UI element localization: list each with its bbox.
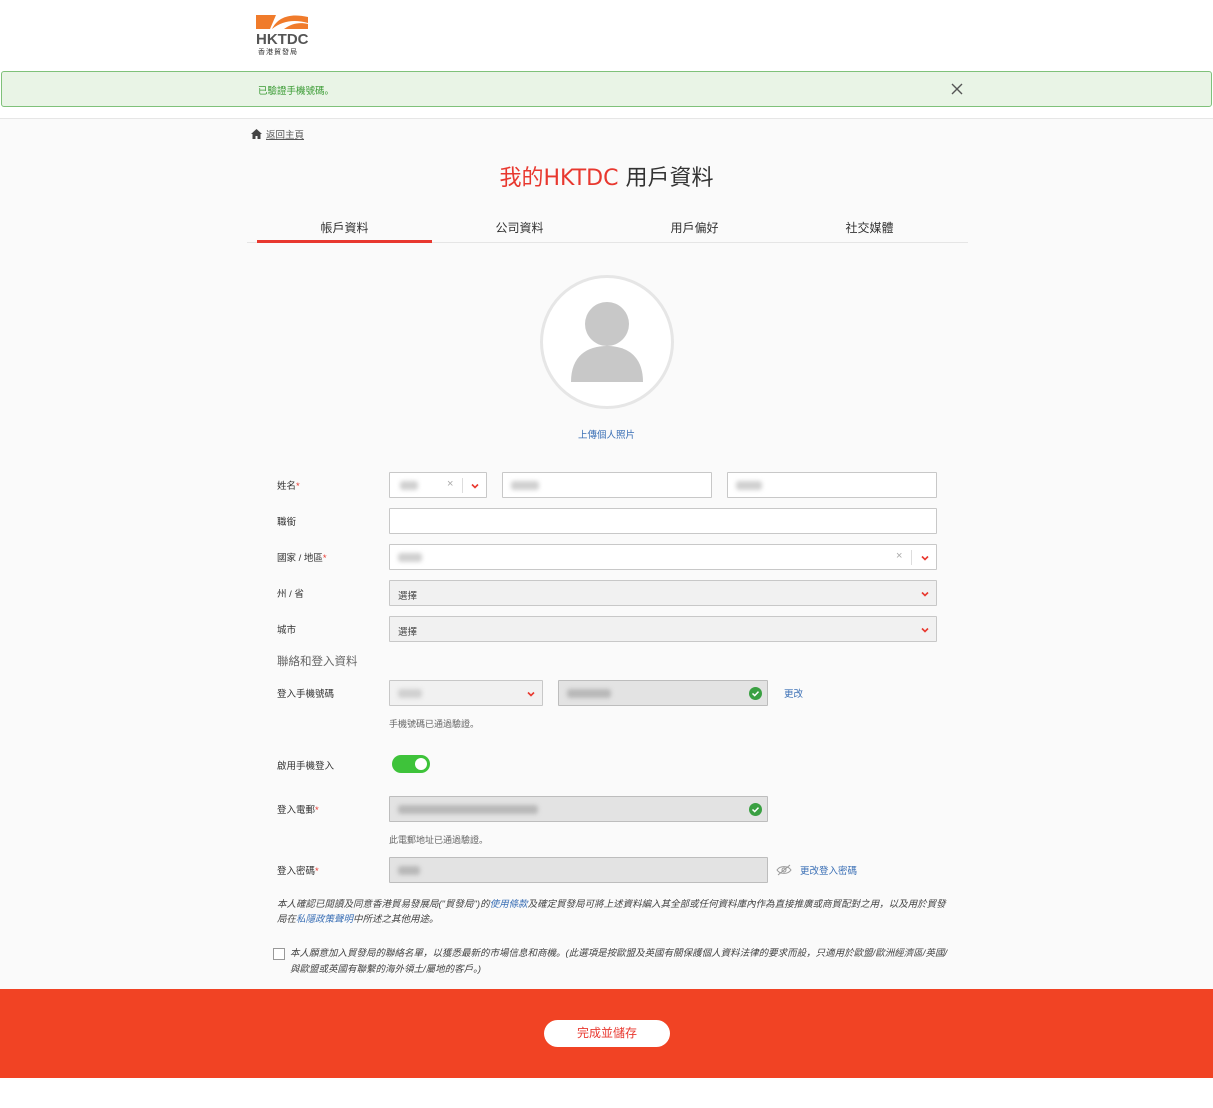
- email-verified-hint: 此電郵地址已通過驗證。: [389, 835, 489, 845]
- logo-text: HKTDC: [256, 31, 309, 45]
- tab-company-info[interactable]: 公司資料: [432, 214, 607, 242]
- first-name-field[interactable]: [502, 472, 712, 498]
- chevron-down-icon: [527, 691, 535, 697]
- city-label: 城市: [277, 625, 297, 636]
- password-field: [389, 857, 768, 883]
- logo-subtitle: 香港貿發局: [258, 48, 298, 56]
- eye-off-icon[interactable]: [776, 864, 792, 876]
- job-title-label: 職銜: [277, 517, 297, 528]
- enable-mobile-login-toggle[interactable]: [392, 755, 430, 773]
- home-icon[interactable]: [251, 129, 262, 139]
- salutation-select[interactable]: ×: [389, 472, 487, 498]
- state-value: 選擇: [398, 591, 418, 602]
- mobile-number-field: [558, 680, 768, 706]
- contact-section-title: 聯絡和登入資料: [277, 656, 358, 668]
- country-code-select[interactable]: [389, 680, 543, 706]
- page-title-rest: 用戶資料: [618, 166, 714, 191]
- last-name-field[interactable]: [727, 472, 937, 498]
- marketing-optin-text: 本人願意加入貿發局的聯絡名單，以獲悉最新的市場信息和商機。(此選項是按歐盟及英國…: [290, 948, 948, 975]
- country-label: 國家 / 地區*: [277, 553, 327, 564]
- email-label: 登入電郵*: [277, 805, 319, 816]
- chevron-down-icon: [921, 627, 929, 633]
- success-alert: 已驗證手機號碼。: [1, 71, 1212, 107]
- enable-mobile-login-label: 啟用手機登入: [277, 761, 335, 772]
- password-label: 登入密碼*: [277, 866, 319, 877]
- avatar[interactable]: [540, 275, 674, 409]
- marketing-optin-checkbox[interactable]: [273, 948, 285, 960]
- verified-check-icon: [749, 803, 762, 816]
- city-value: 選擇: [398, 627, 418, 638]
- state-select[interactable]: 選擇: [389, 580, 937, 606]
- upload-photo-link[interactable]: 上傳個人照片: [0, 427, 1213, 441]
- state-label: 州 / 省: [277, 589, 304, 600]
- alert-message: 已驗證手機號碼。: [258, 86, 335, 97]
- breadcrumb: 返回主頁: [251, 127, 304, 141]
- change-mobile-link[interactable]: 更改: [784, 686, 803, 700]
- tab-user-preferences[interactable]: 用戶偏好: [607, 214, 782, 242]
- header: HKTDC 香港貿發局: [0, 0, 1213, 71]
- clear-icon[interactable]: ×: [896, 550, 902, 562]
- privacy-policy-link[interactable]: 私隱政策聲明: [296, 914, 353, 925]
- chevron-down-icon: [471, 483, 479, 489]
- mobile-verified-hint: 手機號碼已通過驗證。: [389, 719, 480, 729]
- profile-tabs: 帳戶資料 公司資料 用戶偏好 社交媒體: [247, 214, 968, 243]
- close-icon[interactable]: [948, 80, 966, 98]
- change-password-link[interactable]: 更改登入密碼: [800, 863, 857, 877]
- toggle-knob: [415, 758, 427, 770]
- hktdc-logo[interactable]: HKTDC 香港貿發局: [256, 13, 310, 57]
- mobile-label: 登入手機號碼: [277, 689, 335, 700]
- tab-account-info[interactable]: 帳戶資料: [257, 214, 432, 243]
- email-field: [389, 796, 768, 822]
- country-select[interactable]: ×: [389, 544, 937, 570]
- page-title-accent: 我的HKTDC: [499, 166, 619, 191]
- city-select[interactable]: 選擇: [389, 616, 937, 642]
- consent-text: 本人確認已閱讀及同意香港貿易發展局("貿發局")的使用條款及確定貿發局可將上述資…: [277, 899, 946, 925]
- tab-social-media[interactable]: 社交媒體: [782, 214, 957, 242]
- verified-check-icon: [749, 687, 762, 700]
- job-title-field[interactable]: [389, 508, 937, 534]
- terms-of-use-link[interactable]: 使用條款: [490, 899, 528, 910]
- name-label: 姓名*: [277, 481, 300, 492]
- breadcrumb-home-link[interactable]: 返回主頁: [266, 127, 304, 141]
- page-title: 我的HKTDC 用戶資料: [0, 160, 1213, 192]
- user-silhouette-icon: [571, 302, 643, 382]
- clear-icon[interactable]: ×: [447, 478, 453, 490]
- chevron-down-icon: [921, 555, 929, 561]
- chevron-down-icon: [921, 591, 929, 597]
- save-button[interactable]: 完成並儲存: [544, 1020, 670, 1047]
